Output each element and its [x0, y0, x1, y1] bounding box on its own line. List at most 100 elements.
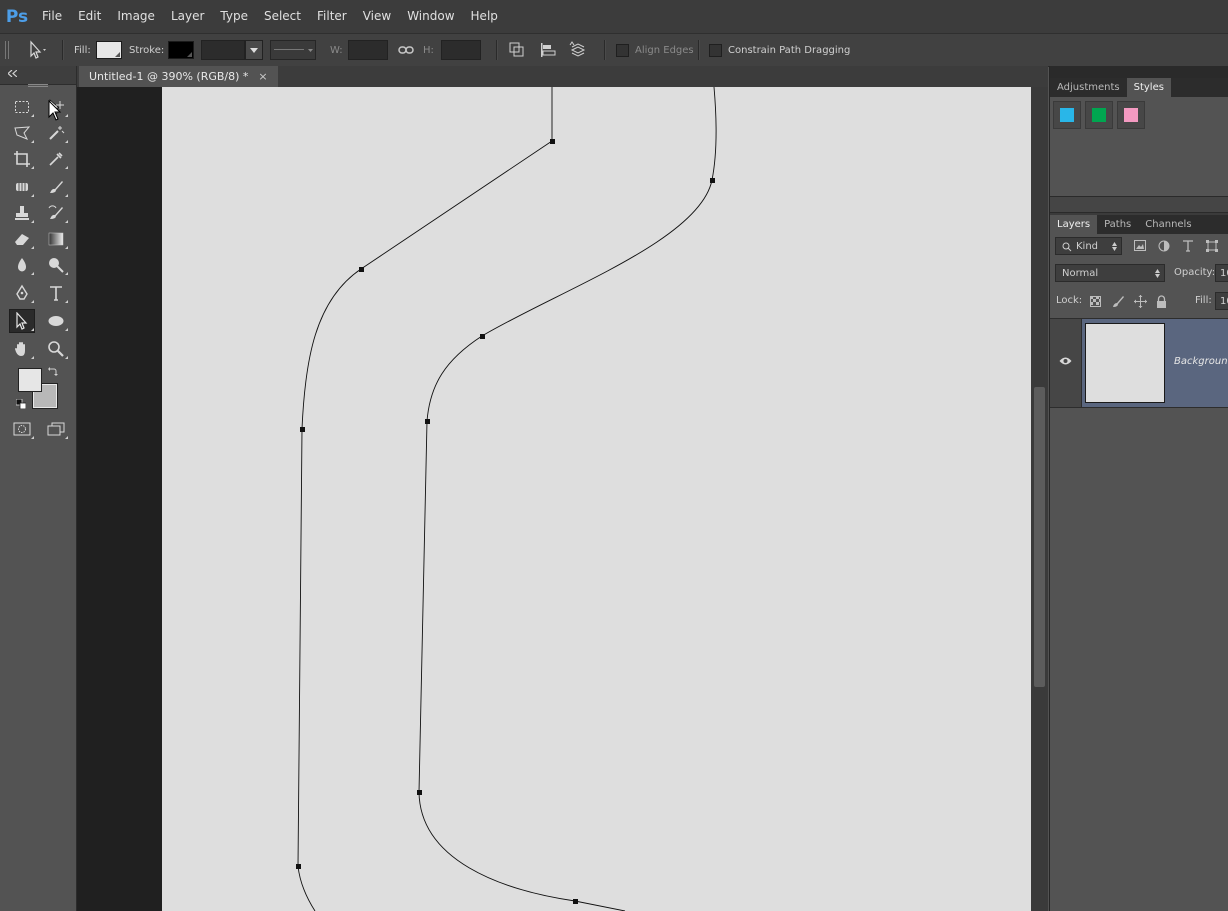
stroke-width-field[interactable]: [201, 40, 245, 60]
tab-layers[interactable]: Layers: [1050, 215, 1098, 234]
menu-type[interactable]: Type: [212, 0, 256, 33]
default-colors-icon[interactable]: [15, 398, 27, 412]
clone-stamp-tool[interactable]: [10, 202, 34, 224]
lock-all-icon[interactable]: [1156, 295, 1167, 308]
options-grip: [4, 34, 10, 66]
adjustment-filter-icon[interactable]: [1158, 240, 1170, 252]
style-swatch-green[interactable]: [1085, 101, 1113, 129]
menu-select[interactable]: Select: [256, 0, 309, 33]
pen-icon: [16, 284, 28, 300]
height-field[interactable]: [441, 40, 481, 60]
eyedropper-tool[interactable]: [44, 148, 68, 170]
ellipse-tool[interactable]: [44, 310, 68, 332]
screen-mode-tool[interactable]: [44, 418, 68, 440]
type-icon: [50, 286, 62, 301]
ellipse-icon: [48, 316, 64, 326]
magic-wand-icon: [49, 126, 65, 140]
constrain-path-checkbox[interactable]: [709, 43, 722, 57]
layer-visibility-toggle[interactable]: [1050, 319, 1082, 407]
menu-image[interactable]: Image: [109, 0, 163, 33]
spot-healing-tool[interactable]: [10, 176, 34, 198]
foreground-color-swatch[interactable]: [18, 368, 42, 392]
hand-tool[interactable]: [10, 338, 34, 360]
layer-row[interactable]: Background: [1050, 318, 1228, 408]
lock-image-pixels-icon[interactable]: [1112, 295, 1125, 308]
anchor-point: [710, 178, 715, 183]
vertical-scrollbar[interactable]: [1031, 87, 1048, 911]
gradient-tool[interactable]: [44, 228, 68, 250]
width-field[interactable]: [348, 40, 388, 60]
menu-help[interactable]: Help: [463, 0, 506, 33]
lock-transparent-pixels-icon[interactable]: [1090, 296, 1101, 307]
opacity-field[interactable]: 10: [1215, 264, 1228, 282]
pen-tool[interactable]: [10, 282, 34, 304]
tab-styles[interactable]: Styles: [1126, 78, 1171, 97]
document-tab[interactable]: Untitled-1 @ 390% (RGB/8) * ×: [79, 66, 278, 87]
constrain-path-label: Constrain Path Dragging: [728, 44, 851, 56]
align-edges-checkbox[interactable]: [616, 43, 629, 57]
stroke-type-dropdown[interactable]: [270, 40, 316, 60]
anchor-point: [425, 419, 430, 424]
style-swatch-pink[interactable]: [1117, 101, 1145, 129]
width-label: W:: [330, 44, 343, 56]
link-icon[interactable]: [398, 34, 414, 66]
lock-position-icon[interactable]: [1134, 295, 1147, 308]
menu-file[interactable]: File: [34, 0, 70, 33]
style-swatch-blue[interactable]: [1053, 101, 1081, 129]
blend-mode-dropdown[interactable]: Normal: [1055, 264, 1165, 282]
shape-filter-icon[interactable]: [1206, 240, 1218, 252]
lasso-tool[interactable]: [10, 122, 34, 144]
zoom-tool[interactable]: [44, 338, 68, 360]
layer-thumbnail[interactable]: [1085, 323, 1165, 403]
crop-tool[interactable]: [10, 148, 34, 170]
path-selection-tool[interactable]: [9, 309, 35, 333]
type-tool[interactable]: [44, 282, 68, 304]
type-filter-icon[interactable]: [1182, 240, 1194, 252]
brush-icon: [50, 181, 63, 193]
stroke-width-dropdown[interactable]: [245, 40, 263, 60]
height-label: H:: [423, 44, 434, 56]
menu-filter[interactable]: Filter: [309, 0, 355, 33]
scrollbar-thumb[interactable]: [1034, 387, 1045, 687]
rectangular-marquee-tool[interactable]: [10, 96, 34, 118]
quick-mask-tool[interactable]: [10, 418, 34, 440]
tab-paths[interactable]: Paths: [1097, 215, 1138, 234]
swap-colors-icon[interactable]: [48, 366, 58, 379]
menu-view[interactable]: View: [355, 0, 399, 33]
direct-selection-icon: [16, 312, 28, 330]
gradient-icon: [48, 232, 64, 246]
zoom-icon: [48, 341, 64, 357]
menu-layer[interactable]: Layer: [163, 0, 212, 33]
dodge-tool[interactable]: [44, 254, 68, 276]
layer-name[interactable]: Background: [1174, 356, 1228, 367]
anchor-point: [300, 427, 305, 432]
magic-wand-tool[interactable]: [44, 122, 68, 144]
chevron-down-icon: [250, 47, 258, 53]
stroke-swatch[interactable]: [168, 41, 194, 59]
tab-channels[interactable]: Channels: [1138, 215, 1198, 234]
history-brush-icon: [48, 205, 63, 219]
tool-preset-picker[interactable]: [26, 34, 48, 66]
hand-icon: [15, 342, 25, 356]
fill-field[interactable]: 10: [1215, 292, 1228, 310]
document-canvas[interactable]: [162, 87, 1031, 911]
brush-tool[interactable]: [44, 176, 68, 198]
blur-tool[interactable]: [10, 254, 34, 276]
history-brush-tool[interactable]: [44, 202, 68, 224]
image-filter-icon[interactable]: [1134, 240, 1146, 251]
path-operations-icon[interactable]: [508, 34, 526, 66]
path-alignment-icon[interactable]: [539, 34, 557, 66]
eraser-tool[interactable]: [10, 228, 34, 250]
up-down-arrows-icon: [1112, 242, 1117, 251]
tab-adjustments[interactable]: Adjustments: [1050, 78, 1127, 97]
dodge-icon: [49, 258, 64, 273]
close-icon[interactable]: ×: [258, 66, 267, 87]
menu-edit[interactable]: Edit: [70, 0, 109, 33]
fill-swatch[interactable]: [96, 41, 122, 59]
path-arrangement-icon[interactable]: [569, 34, 589, 66]
collapse-arrows-icon: [8, 70, 17, 77]
menu-window[interactable]: Window: [399, 0, 462, 33]
anchor-point: [296, 864, 301, 869]
tools-panel-header: [0, 66, 76, 85]
layer-filter-dropdown[interactable]: Kind: [1055, 237, 1122, 255]
